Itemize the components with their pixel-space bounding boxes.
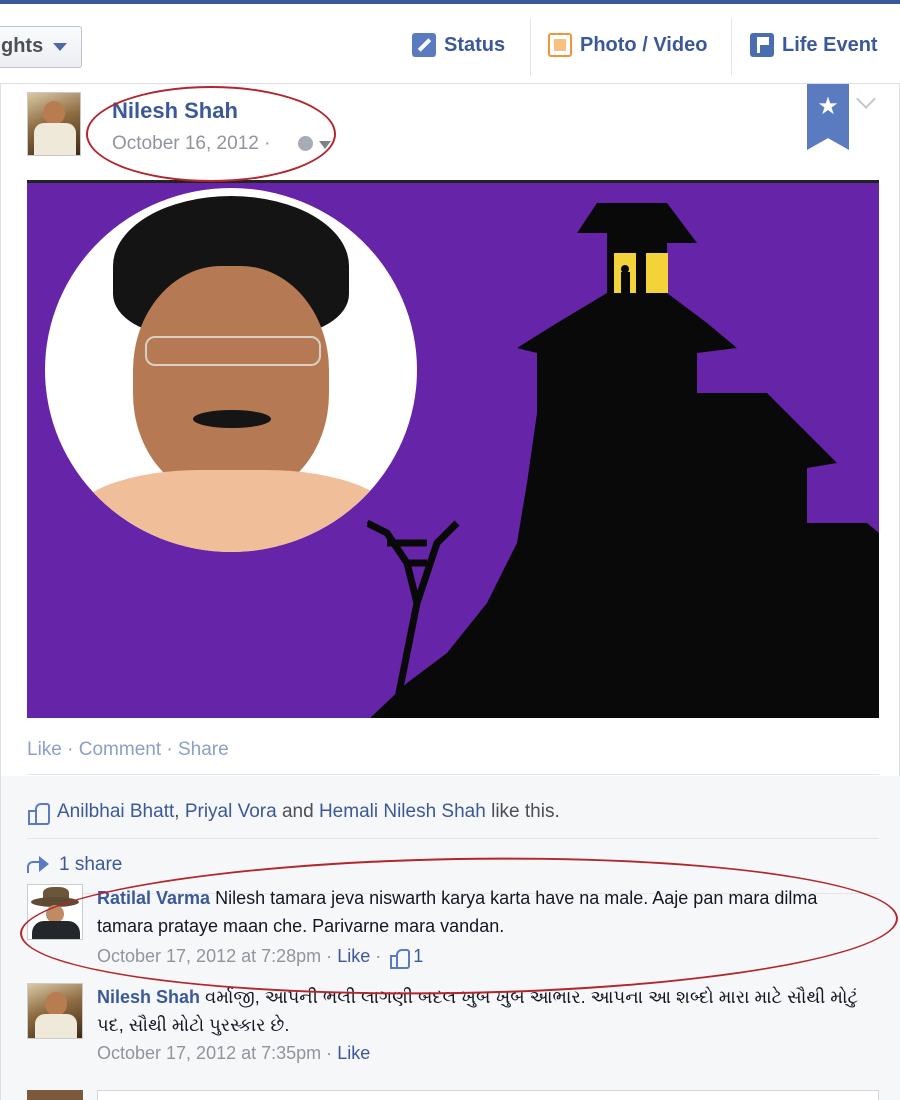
separator: ·	[375, 946, 382, 966]
divider	[27, 838, 879, 839]
reply-input[interactable]	[97, 1090, 879, 1100]
highlights-label: ghts	[1, 35, 44, 57]
divider	[27, 774, 879, 775]
share-icon	[27, 855, 51, 875]
caret-down-icon	[319, 141, 331, 149]
likes-summary: Anilbhai Bhatt, Priyal Vora and Hemali N…	[27, 798, 879, 826]
composer-bar: ghts Status Photo / Video Life Event	[0, 4, 900, 84]
post-date[interactable]: October 16, 2012 ·	[112, 133, 270, 155]
feedback-section: Anilbhai Bhatt, Priyal Vora and Hemali N…	[1, 776, 900, 1100]
date-separator: ·	[264, 133, 271, 154]
comment-meta: October 17, 2012 at 7:35pm · Like	[97, 1043, 370, 1064]
photo-video-button[interactable]: Photo / Video	[548, 28, 707, 62]
divider	[530, 18, 531, 76]
liker-name[interactable]: Priyal Vora	[185, 801, 277, 823]
shares-summary[interactable]: 1 share	[27, 851, 122, 879]
commenter-avatar[interactable]	[27, 884, 83, 940]
comment-like-count[interactable]: 1	[413, 946, 423, 967]
portrait-photo	[45, 188, 417, 552]
like-link[interactable]: Like	[27, 739, 62, 760]
audience-selector[interactable]	[298, 136, 334, 152]
comment-body: Ratilal Varma Nilesh tamara jeva niswart…	[97, 884, 867, 940]
life-event-label: Life Event	[782, 33, 878, 56]
timeline-post: Nilesh Shah October 16, 2012 · ★ Like · …	[0, 84, 900, 1100]
commenter-name[interactable]: Ratilal Varma	[97, 888, 210, 908]
globe-icon	[298, 136, 313, 151]
post-actions: Like · Comment · Share	[27, 739, 229, 761]
reply-avatar	[27, 1090, 83, 1100]
comment-meta: October 17, 2012 at 7:28pm · Like · 1	[97, 946, 423, 969]
comment-body: Nilesh Shah વર્માજી, આપની ભલી લાગણી બદલ …	[97, 983, 867, 1039]
photo-icon	[548, 33, 572, 57]
post-author[interactable]: Nilesh Shah	[112, 98, 238, 124]
divider	[731, 18, 732, 76]
pencil-icon	[412, 33, 436, 57]
life-event-button[interactable]: Life Event	[750, 28, 878, 62]
highlights-dropdown[interactable]: ghts	[0, 26, 82, 68]
comment-text: વર્માજી, આપની ભલી લાગણી બદલ ખુબ ખુબ આભાર…	[97, 987, 858, 1035]
liker-name[interactable]: Hemali Nilesh Shah	[319, 801, 486, 823]
status-button[interactable]: Status	[412, 28, 505, 62]
thumbs-up-icon	[27, 801, 50, 825]
comment-like-link[interactable]: Like	[337, 946, 370, 967]
shares-count[interactable]: 1 share	[59, 854, 122, 876]
flag-icon	[750, 33, 774, 57]
chevron-down-icon[interactable]	[856, 89, 876, 109]
post-date-text: October 16, 2012	[112, 133, 259, 154]
separator: ·	[61, 739, 79, 760]
avatar[interactable]	[27, 92, 81, 156]
comment-like-link[interactable]: Like	[337, 1043, 370, 1064]
chevron-down-icon	[53, 43, 67, 51]
commenter-name[interactable]: Nilesh Shah	[97, 987, 200, 1007]
liker-name[interactable]: Anilbhai Bhatt	[57, 801, 174, 823]
status-label: Status	[444, 33, 506, 56]
comment-time[interactable]: October 17, 2012 at 7:28pm	[97, 946, 321, 967]
comment-link[interactable]: Comment	[79, 739, 161, 760]
share-link[interactable]: Share	[178, 739, 229, 760]
post-photo[interactable]	[27, 180, 879, 718]
likes-suffix: like this.	[491, 801, 560, 822]
star-icon: ★	[817, 93, 839, 120]
highlight-bookmark[interactable]: ★	[807, 84, 849, 150]
and-text: and	[281, 801, 314, 822]
haunted-house-illustration	[367, 203, 879, 718]
thumbs-up-icon	[389, 947, 411, 969]
comma: ,	[174, 801, 180, 822]
separator: ·	[161, 739, 178, 760]
separator: ·	[326, 946, 333, 966]
comment-time[interactable]: October 17, 2012 at 7:35pm	[97, 1043, 321, 1064]
commenter-avatar[interactable]	[27, 983, 83, 1039]
photo-video-label: Photo / Video	[580, 33, 708, 56]
separator: ·	[326, 1043, 333, 1063]
